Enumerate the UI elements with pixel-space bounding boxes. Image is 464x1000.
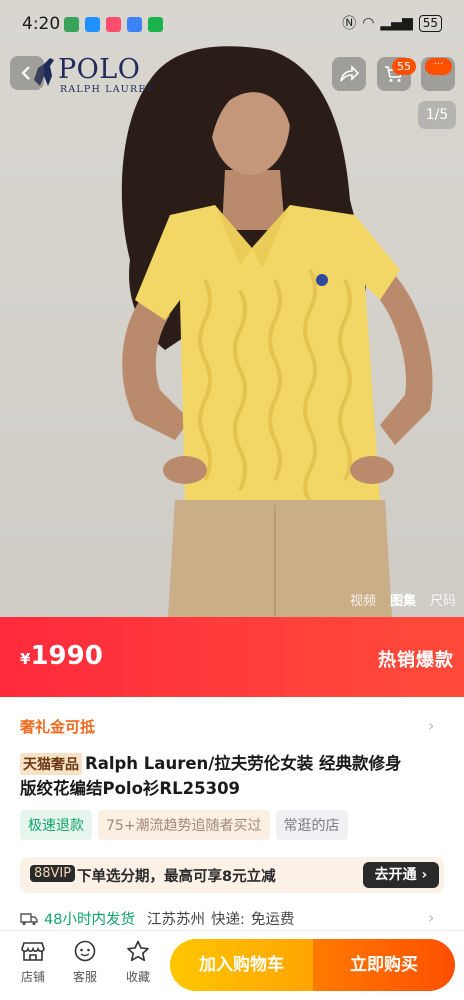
fast-refund-chip[interactable]: 极速退款 — [20, 810, 92, 840]
product-price: ¥1990 — [20, 641, 103, 671]
vip-promo-text: 下单选分期，最高可享8元立减 — [77, 869, 276, 885]
share-icon — [340, 65, 359, 82]
share-button[interactable] — [332, 57, 366, 91]
product-page: 4:20 Ⓝ ◠ ▂▄▆ 55 POLO RALPH LAUREN 55 ···… — [0, 0, 464, 1000]
shipping-method-label: 快递: — [210, 912, 245, 928]
vip-tag: 88VIP — [30, 865, 76, 882]
price-currency: ¥ — [20, 650, 31, 668]
store-icon — [21, 942, 45, 961]
back-button[interactable] — [10, 56, 44, 90]
nfc-icon: Ⓝ — [342, 16, 357, 32]
gallery-page-indicator: 1/5 — [418, 101, 456, 129]
app-notification-icon — [85, 17, 100, 32]
tab-video[interactable]: 视频 — [350, 590, 376, 609]
favorite-tab[interactable]: 收藏 — [118, 940, 158, 985]
shipping-location: 江苏苏州 — [146, 912, 205, 928]
coupon-label[interactable]: 奢礼金可抵 — [20, 716, 95, 737]
buy-now-button[interactable]: 立即购买 — [313, 939, 455, 991]
tmall-luxury-tag: 天猫奢品 — [20, 753, 82, 775]
shipping-row[interactable]: 48小时内发货 江苏苏州 快递: 免运费 — [20, 908, 294, 929]
product-title-line-2: 版绞花编结Polo衫RL25309 — [20, 779, 241, 798]
truck-icon — [20, 912, 38, 925]
battery-icon: 55 — [418, 14, 442, 32]
product-title-text: Ralph Lauren/拉夫劳伦女装 经典款修身 — [85, 754, 402, 773]
store-tab[interactable]: 店铺 — [13, 940, 53, 985]
chevron-right-icon[interactable]: › — [428, 908, 434, 927]
wifi-icon: ◠ — [362, 15, 375, 31]
status-time: 4:20 — [22, 14, 61, 34]
customer-service-tab[interactable]: 客服 — [65, 940, 105, 985]
status-bar: 4:20 Ⓝ ◠ ▂▄▆ 55 — [0, 0, 464, 50]
store-tab-label: 店铺 — [20, 970, 45, 984]
product-title-line-1: 天猫奢品 Ralph Lauren/拉夫劳伦女装 经典款修身 — [20, 750, 402, 775]
gallery-tabs: 视频 图集 尺码 — [350, 590, 456, 609]
price-value: 1990 — [30, 641, 103, 671]
open-vip-button[interactable]: 去开通 › — [363, 862, 439, 888]
shipping-speed: 48小时内发货 — [44, 912, 135, 928]
customer-service-icon — [74, 940, 96, 962]
add-to-cart-button[interactable]: 加入购物车 — [170, 939, 313, 991]
status-icons: Ⓝ ◠ ▂▄▆ 55 — [342, 13, 442, 33]
app-notification-icon — [106, 17, 121, 32]
app-notification-icon — [148, 17, 163, 32]
buyers-chip[interactable]: 75+潮流趋势追随者买过 — [98, 810, 270, 840]
chevron-left-icon — [21, 66, 30, 80]
brand-logo-subtext: RALPH LAUREN — [60, 84, 156, 95]
more-dots-icon[interactable]: ··· — [425, 58, 452, 75]
signal-icon: ▂▄▆ — [380, 15, 413, 31]
cart-count-badge: 55 — [392, 58, 416, 75]
shipping-fee: 免运费 — [250, 912, 295, 928]
favorite-tab-label: 收藏 — [125, 970, 150, 984]
service-chips: 极速退款 75+潮流趋势追随者买过 常逛的店 — [20, 810, 348, 840]
app-notification-icon — [64, 17, 79, 32]
app-notification-icon — [127, 17, 142, 32]
tab-gallery[interactable]: 图集 — [390, 590, 416, 609]
hot-sale-label: 热销爆款 — [378, 650, 454, 671]
frequent-store-chip[interactable]: 常逛的店 — [275, 810, 348, 840]
brand-logo-text: POLO — [58, 54, 141, 85]
customer-service-tab-label: 客服 — [72, 970, 97, 984]
chevron-right-icon[interactable]: › — [428, 716, 434, 735]
tab-size[interactable]: 尺码 — [430, 590, 456, 609]
star-icon — [127, 940, 149, 962]
